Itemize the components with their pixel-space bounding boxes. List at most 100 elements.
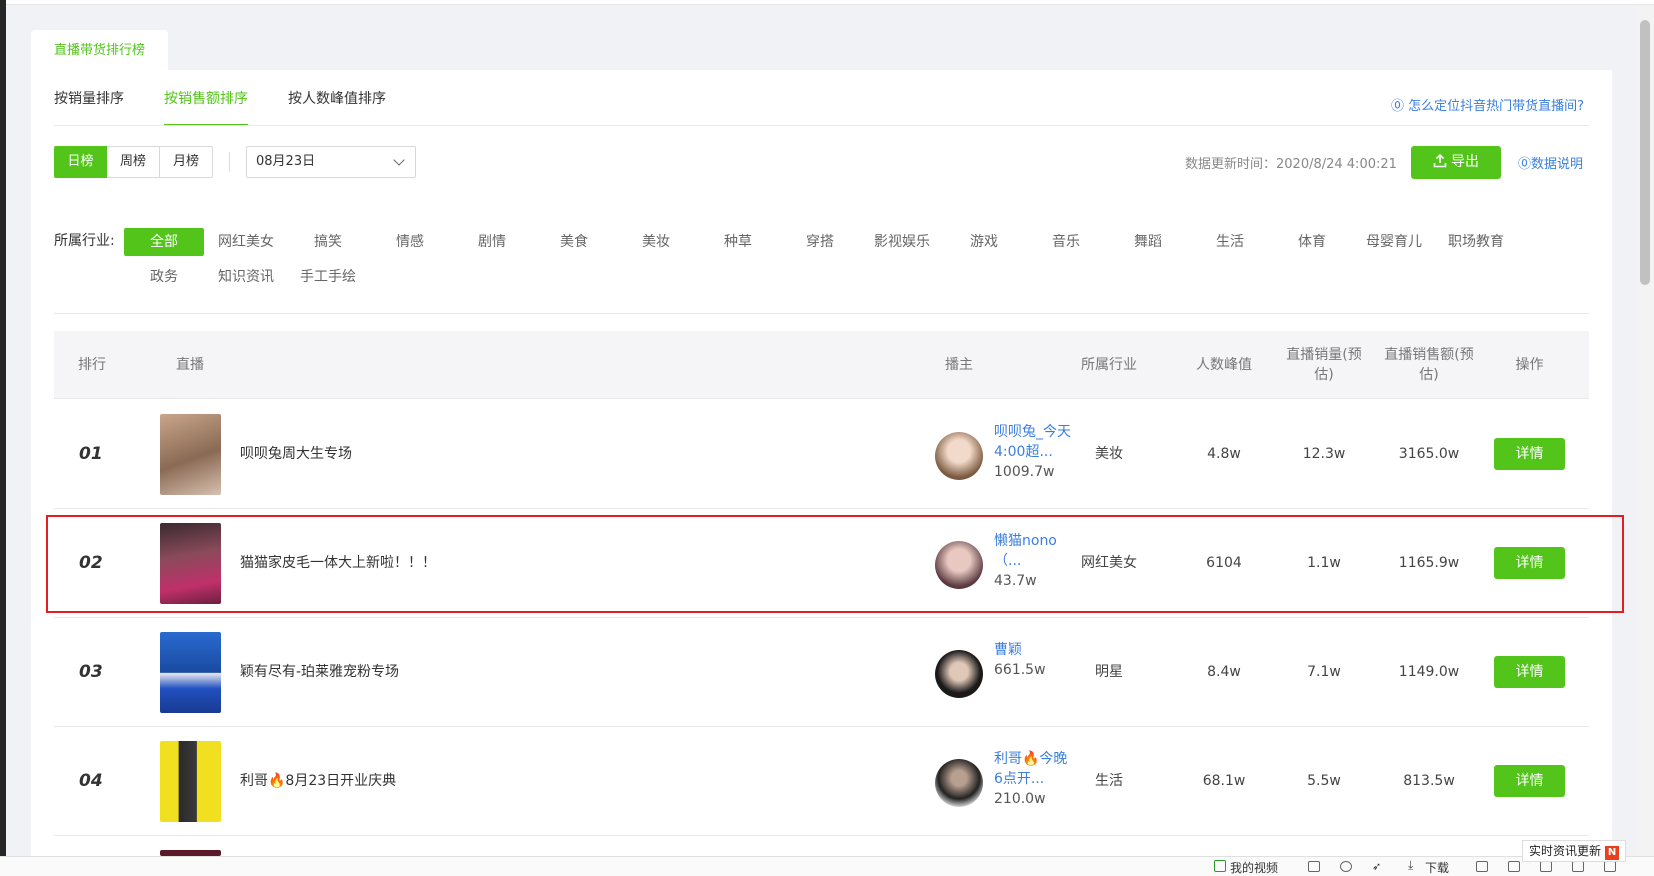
- detail-button[interactable]: 详情: [1494, 656, 1565, 688]
- period-daily-button[interactable]: 日榜: [54, 146, 107, 178]
- rank-number: 01: [79, 444, 103, 464]
- industry-item[interactable]: 情感: [370, 228, 450, 256]
- live-cover-image[interactable]: [160, 523, 221, 604]
- industry-item[interactable]: 剧情: [452, 228, 532, 256]
- host-info: 利哥🔥今晚6点开... 210.0w: [994, 749, 1074, 809]
- industry-item[interactable]: 政务: [124, 263, 204, 291]
- tab-sort-by-volume[interactable]: 按销量排序: [54, 80, 124, 126]
- export-button[interactable]: 导出: [1411, 146, 1501, 179]
- host-name-link[interactable]: 利哥🔥今晚6点开...: [994, 749, 1074, 789]
- industry-item[interactable]: 穿搭: [780, 228, 860, 256]
- gamepad-icon[interactable]: [1476, 861, 1488, 872]
- live-cover-image[interactable]: [160, 741, 221, 822]
- news-update-badge[interactable]: 实时资讯更新 N: [1522, 840, 1627, 862]
- volume-cell: 7.1w: [1307, 664, 1341, 680]
- detail-button[interactable]: 详情: [1494, 765, 1565, 797]
- industry-cell: 生活: [1095, 773, 1123, 789]
- table-row: 03 颖有尽有-珀莱雅宠粉专场 曹颖 661.5w 明星 8.4w 7.1w 1…: [54, 618, 1589, 727]
- speaker-icon[interactable]: [1572, 861, 1584, 872]
- industry-item[interactable]: 音乐: [1026, 228, 1106, 256]
- live-title[interactable]: 颖有尽有-珀莱雅宠粉专场: [240, 618, 399, 727]
- header-peak: 人数峰值: [1196, 357, 1252, 373]
- host-info: 曹颖 661.5w: [994, 640, 1074, 680]
- industry-cell: 网红美女: [1081, 555, 1137, 571]
- industry-item[interactable]: 影视娱乐: [862, 228, 942, 256]
- rocket-icon[interactable]: ➶: [1372, 861, 1384, 872]
- industry-item[interactable]: 游戏: [944, 228, 1024, 256]
- download-icon: ⤓: [1408, 858, 1414, 872]
- industry-item[interactable]: 手工手绘: [288, 263, 368, 291]
- detail-button[interactable]: 详情: [1494, 438, 1565, 470]
- my-video-link[interactable]: 我的视频: [1230, 859, 1278, 876]
- industry-item[interactable]: 知识资讯: [206, 263, 286, 291]
- peak-cell: 6104: [1206, 555, 1242, 571]
- period-weekly-button[interactable]: 周榜: [107, 146, 160, 178]
- peak-cell: 4.8w: [1207, 446, 1241, 462]
- industry-item[interactable]: 职场教育: [1436, 228, 1516, 256]
- rank-number: 02: [79, 553, 103, 573]
- avatar[interactable]: [935, 432, 983, 480]
- detail-button[interactable]: 详情: [1494, 547, 1565, 579]
- peak-cell: 8.4w: [1207, 664, 1241, 680]
- industry-item[interactable]: 网红美女: [206, 228, 286, 256]
- browser-status-bar: 我的视频 ➶ ⤓ 下载: [0, 856, 1654, 876]
- filter-divider: [54, 313, 1589, 314]
- date-select[interactable]: 08月23日: [246, 146, 416, 178]
- scrollbar-thumb[interactable]: [1640, 20, 1650, 285]
- host-name-link[interactable]: 呗呗兔_今天4:00超...: [994, 422, 1074, 462]
- industry-item[interactable]: 舞蹈: [1108, 228, 1188, 256]
- industry-item[interactable]: 母婴育儿: [1354, 228, 1434, 256]
- host-info: 呗呗兔_今天4:00超... 1009.7w: [994, 422, 1074, 482]
- industry-item[interactable]: 种草: [698, 228, 778, 256]
- tab-sort-by-peak[interactable]: 按人数峰值排序: [288, 80, 386, 126]
- industry-label: 所属行业:: [54, 233, 115, 249]
- table-row: 04 利哥🔥8月23日开业庆典 利哥🔥今晚6点开... 210.0w 生活 68…: [54, 727, 1589, 836]
- tab-sort-by-amount[interactable]: 按销售额排序: [164, 80, 248, 126]
- header-industry: 所属行业: [1081, 357, 1137, 373]
- refresh-icon[interactable]: [1340, 861, 1352, 872]
- industry-item[interactable]: 搞笑: [288, 228, 368, 256]
- industry-cell: 明星: [1095, 664, 1123, 680]
- header-sales-volume: 直播销量(预估): [1286, 347, 1362, 383]
- amount-cell: 3165.0w: [1398, 446, 1460, 462]
- sort-tabs: 按销量排序 按销售额排序 按人数峰值排序: [54, 80, 386, 126]
- live-title[interactable]: 呗呗兔周大生专场: [240, 400, 352, 509]
- avatar[interactable]: [935, 650, 983, 698]
- host-name-link[interactable]: 曹颖: [994, 640, 1074, 660]
- help-link[interactable]: ⓪ 怎么定位抖音热门带货直播间?: [1391, 95, 1584, 114]
- avatar[interactable]: [935, 541, 983, 589]
- volume-cell: 5.5w: [1307, 773, 1341, 789]
- date-value: 08月23日: [256, 154, 316, 169]
- headset-icon[interactable]: [1508, 861, 1520, 872]
- upload-icon: [1433, 153, 1447, 168]
- avatar[interactable]: [935, 759, 983, 807]
- image-icon[interactable]: [1308, 861, 1320, 872]
- industry-item[interactable]: 美食: [534, 228, 614, 256]
- table-row: 02 猫猫家皮毛一体大上新啦！！！ 懒猫nono（... 43.7w 网红美女 …: [54, 509, 1589, 618]
- live-cover-image[interactable]: [160, 632, 221, 713]
- period-monthly-button[interactable]: 月榜: [160, 146, 213, 178]
- live-title[interactable]: 利哥🔥8月23日开业庆典: [240, 727, 396, 836]
- industry-item[interactable]: 生活: [1190, 228, 1270, 256]
- industry-all[interactable]: 全部: [124, 228, 204, 256]
- host-fans: 210.0w: [994, 791, 1046, 807]
- volume-cell: 1.1w: [1307, 555, 1341, 571]
- grid-icon[interactable]: [1604, 861, 1616, 872]
- tab-live-ranking[interactable]: 直播带货排行榜: [31, 30, 168, 71]
- amount-cell: 1165.9w: [1398, 555, 1460, 571]
- industry-item[interactable]: 体育: [1272, 228, 1352, 256]
- news-update-label: 实时资讯更新: [1529, 844, 1602, 858]
- live-title[interactable]: 猫猫家皮毛一体大上新啦！！！: [240, 509, 436, 618]
- host-name-link[interactable]: 懒猫nono（...: [994, 531, 1074, 571]
- window-icon[interactable]: [1540, 861, 1552, 872]
- play-icon: [1214, 860, 1226, 872]
- host-info: 懒猫nono（... 43.7w: [994, 531, 1074, 591]
- data-note-link[interactable]: ⓪数据说明: [1518, 153, 1583, 172]
- industry-item[interactable]: 美妆: [616, 228, 696, 256]
- rank-number: 04: [79, 771, 103, 791]
- live-cover-image[interactable]: [160, 414, 221, 495]
- table-row: 01 呗呗兔周大生专场 呗呗兔_今天4:00超... 1009.7w 美妆 4.…: [54, 400, 1589, 509]
- window-left-edge: [0, 0, 6, 876]
- download-link[interactable]: 下载: [1425, 859, 1449, 876]
- header-sales-amount: 直播销售额(预估): [1384, 347, 1474, 383]
